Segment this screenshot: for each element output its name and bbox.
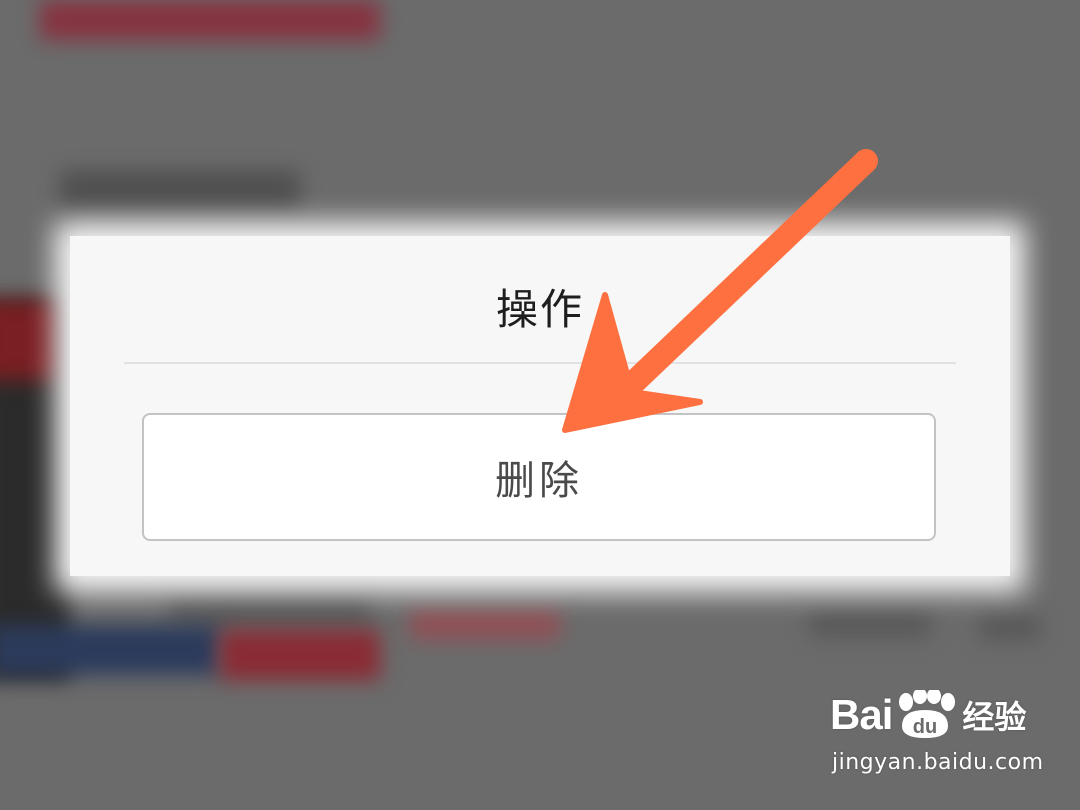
background-text-line (170, 595, 370, 625)
watermark-brand-left: Bai (830, 691, 893, 738)
background-action-1 (810, 612, 930, 637)
background-tag-blue (0, 625, 220, 675)
screen: 操作 删除 Bai du 经验 jingyan.baidu.com (0, 0, 1080, 810)
watermark-brand-cn: 经验 (962, 698, 1027, 736)
dialog-divider (124, 362, 956, 364)
watermark: Bai du 经验 jingyan.baidu.com (830, 690, 1060, 790)
delete-button[interactable]: 删除 (142, 413, 936, 541)
background-action-2 (980, 615, 1040, 640)
paw-icon: du (894, 690, 956, 740)
watermark-brand: Bai du 经验 (830, 690, 1026, 740)
background-banner (40, 0, 380, 40)
watermark-url: jingyan.baidu.com (832, 750, 1044, 775)
watermark-paw-text: du (913, 716, 937, 738)
background-tag-red (220, 630, 380, 680)
dialog-title: 操作 (495, 285, 584, 334)
background-heading (60, 170, 300, 210)
background-price (410, 610, 560, 640)
